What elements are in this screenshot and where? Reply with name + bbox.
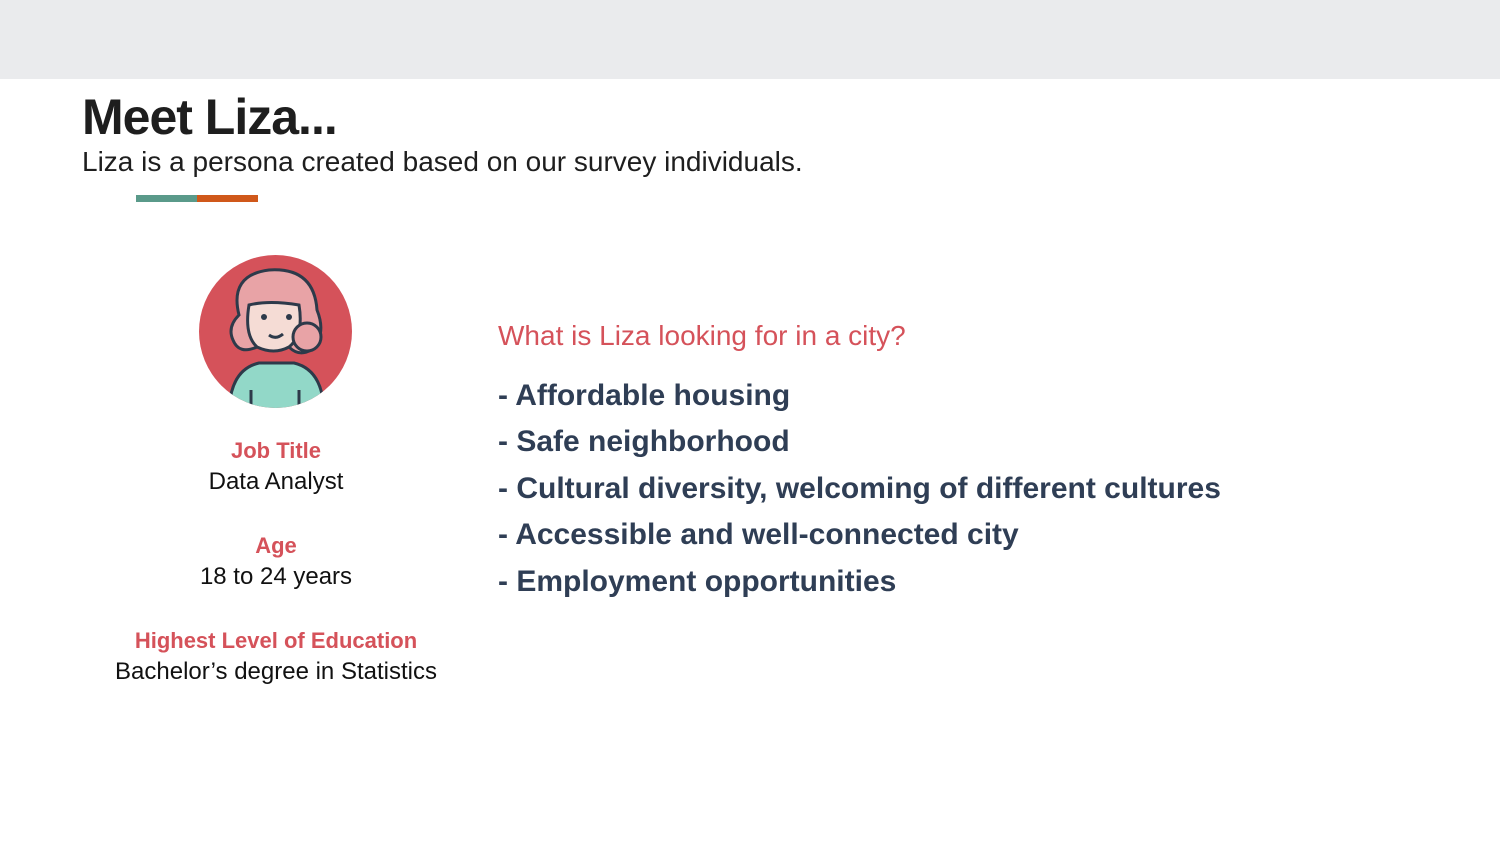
need-item: - Accessible and well-connected city: [498, 518, 1019, 551]
accent-bar-teal: [136, 195, 197, 202]
accent-bar-orange: [197, 195, 258, 202]
job-title-label: Job Title: [230, 438, 322, 463]
job-title-value: Data Analyst: [208, 468, 344, 495]
education-label: Highest Level of Education: [134, 628, 418, 653]
education-value: Bachelor’s degree in Statistics: [115, 658, 437, 685]
page-subtitle: Liza is a persona created based on our s…: [82, 146, 803, 177]
age-value: 18 to 24 years: [199, 563, 353, 590]
age-label: Age: [255, 533, 297, 558]
top-bar: [0, 0, 1500, 79]
need-item: - Employment opportunities: [498, 565, 897, 598]
need-item: - Affordable housing: [498, 379, 791, 412]
need-item: - Cultural diversity, welcoming of diffe…: [498, 472, 1221, 505]
needs-question: What is Liza looking for in a city?: [498, 320, 906, 351]
page-title: Meet Liza...: [82, 89, 338, 145]
need-item: - Safe neighborhood: [498, 425, 790, 458]
woman-avatar-icon: [199, 255, 352, 408]
